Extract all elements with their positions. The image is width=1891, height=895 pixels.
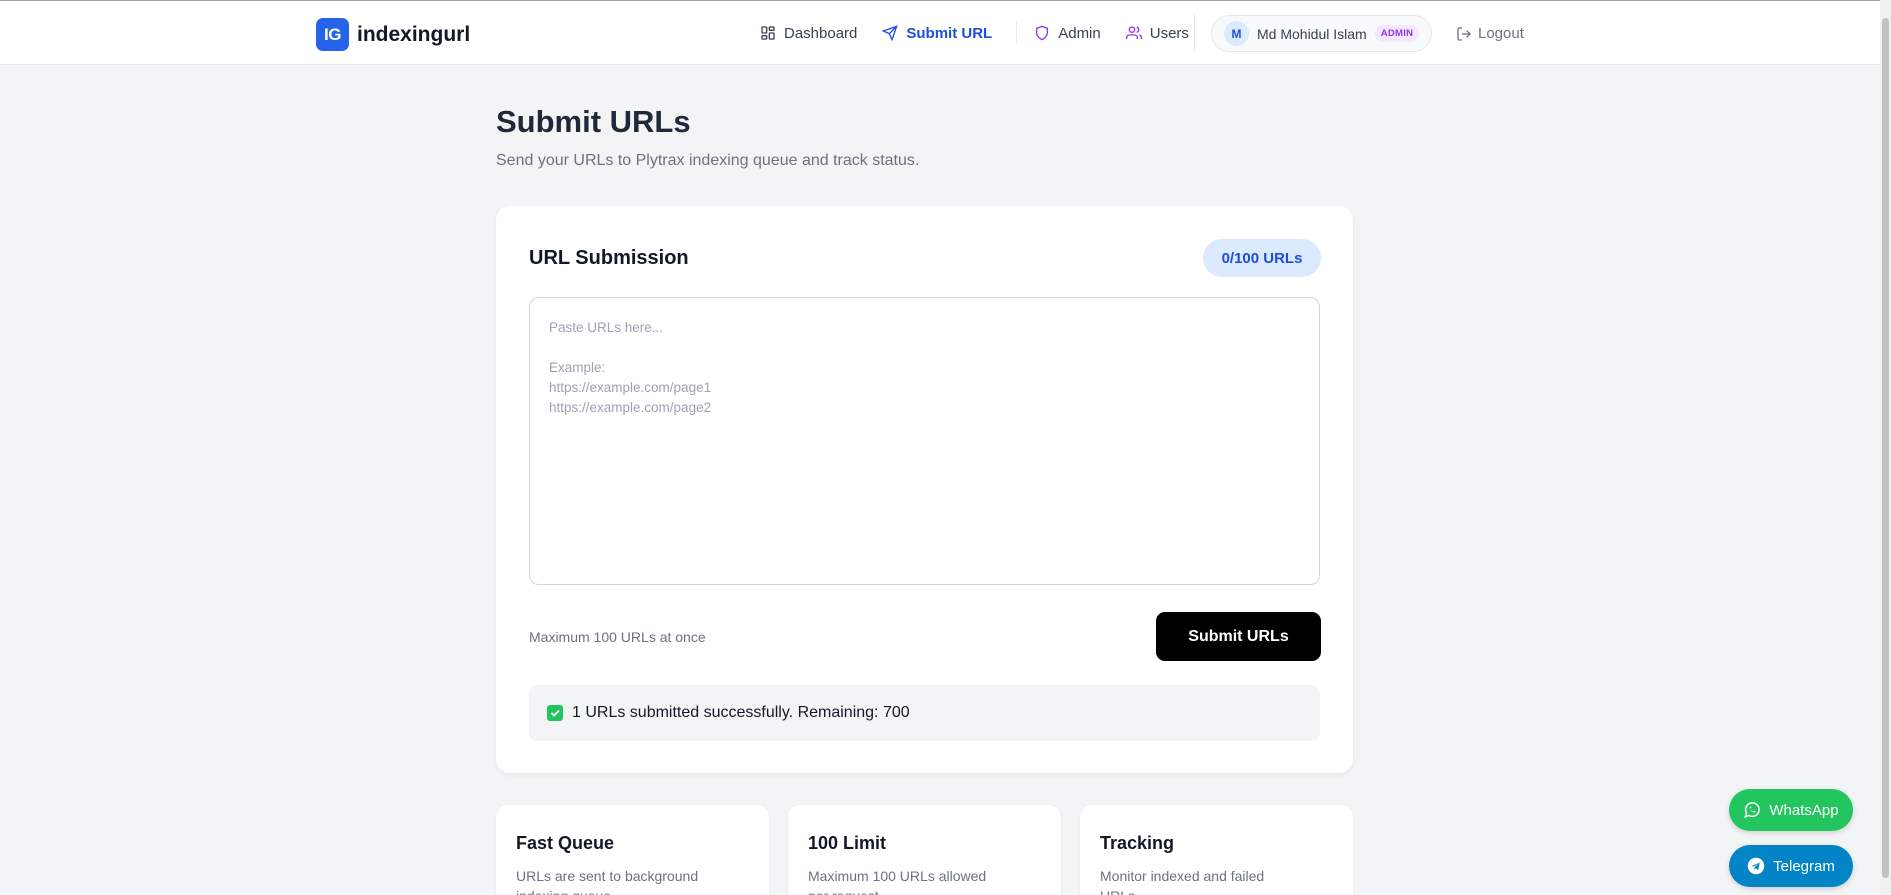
nav-item-label: Admin [1058, 24, 1101, 42]
status-text: 1 URLs submitted successfully. Remaining… [572, 704, 910, 721]
main-nav: Dashboard Submit URL Admin Users [760, 21, 1189, 45]
page-title: Submit URLs [496, 104, 691, 139]
feature-title: 100 Limit [808, 833, 887, 853]
feature-card-tracking: Tracking Monitor indexed and failed URLs… [1080, 805, 1353, 895]
page-scrollbar[interactable] [1880, 0, 1891, 895]
url-submission-card: URL Submission 0/100 URLs Maximum 100 UR… [496, 206, 1353, 773]
feature-card-fast-queue: Fast Queue URLs are sent to background i… [496, 805, 769, 895]
nav-item-label: Submit URL [906, 24, 993, 42]
logout-label: Logout [1478, 25, 1524, 42]
url-count-badge: 0/100 URLs [1203, 239, 1321, 277]
check-icon [547, 705, 563, 721]
brand-logo: IG [316, 18, 349, 51]
card-title: URL Submission [529, 247, 689, 269]
avatar: M [1224, 21, 1249, 46]
brand-name: indexingurl [357, 22, 471, 46]
role-badge: ADMIN [1374, 25, 1420, 42]
nav-item-label: Dashboard [784, 24, 858, 42]
nav-divider [1016, 22, 1018, 44]
user-menu[interactable]: M Md Mohidul Islam ADMIN [1211, 15, 1432, 52]
status-message: 1 URLs submitted successfully. Remaining… [529, 685, 1320, 741]
nav-item-dashboard[interactable]: Dashboard [760, 25, 857, 42]
users-icon [1125, 26, 1142, 39]
top-navbar: IG indexingurl Dashboard Submit URL Admi… [0, 1, 1880, 65]
send-icon [882, 25, 899, 41]
feature-desc: Monitor indexed and failed URLs. [1100, 868, 1265, 895]
feature-title: Fast Queue [516, 833, 615, 853]
user-name: Md Mohidul Islam [1257, 25, 1367, 42]
nav-divider [1194, 14, 1195, 52]
max-urls-note: Maximum 100 URLs at once [529, 629, 706, 645]
nav-item-label: Users [1149, 24, 1189, 42]
feature-desc: URLs are sent to background indexing que… [516, 868, 699, 895]
dashboard-icon [761, 26, 775, 40]
telegram-label: Telegram [1773, 857, 1835, 875]
nav-item-submit-url[interactable]: Submit URL [882, 25, 992, 42]
urls-textarea[interactable] [529, 297, 1320, 585]
brand[interactable]: IG indexingurl [316, 18, 470, 51]
telegram-button[interactable]: Telegram [1729, 845, 1853, 887]
feature-title: Tracking [1100, 833, 1175, 853]
whatsapp-button[interactable]: WhatsApp [1729, 789, 1853, 831]
page-subtitle: Send your URLs to Plytrax indexing queue… [496, 152, 920, 169]
feature-desc: Maximum 100 URLs allowed per request. [808, 868, 987, 895]
nav-item-admin[interactable]: Admin [1034, 25, 1101, 42]
logout-button[interactable]: Logout [1456, 25, 1524, 42]
nav-item-users[interactable]: Users [1125, 24, 1189, 42]
feature-card-limit: 100 Limit Maximum 100 URLs allowed per r… [788, 805, 1061, 895]
logout-icon [1457, 26, 1471, 41]
whatsapp-icon [1744, 802, 1761, 818]
scrollbar-thumb[interactable] [1882, 18, 1889, 878]
submit-urls-button[interactable]: Submit URLs [1156, 612, 1321, 661]
shield-icon [1036, 25, 1049, 41]
whatsapp-label: WhatsApp [1769, 801, 1839, 819]
telegram-icon [1747, 857, 1765, 875]
